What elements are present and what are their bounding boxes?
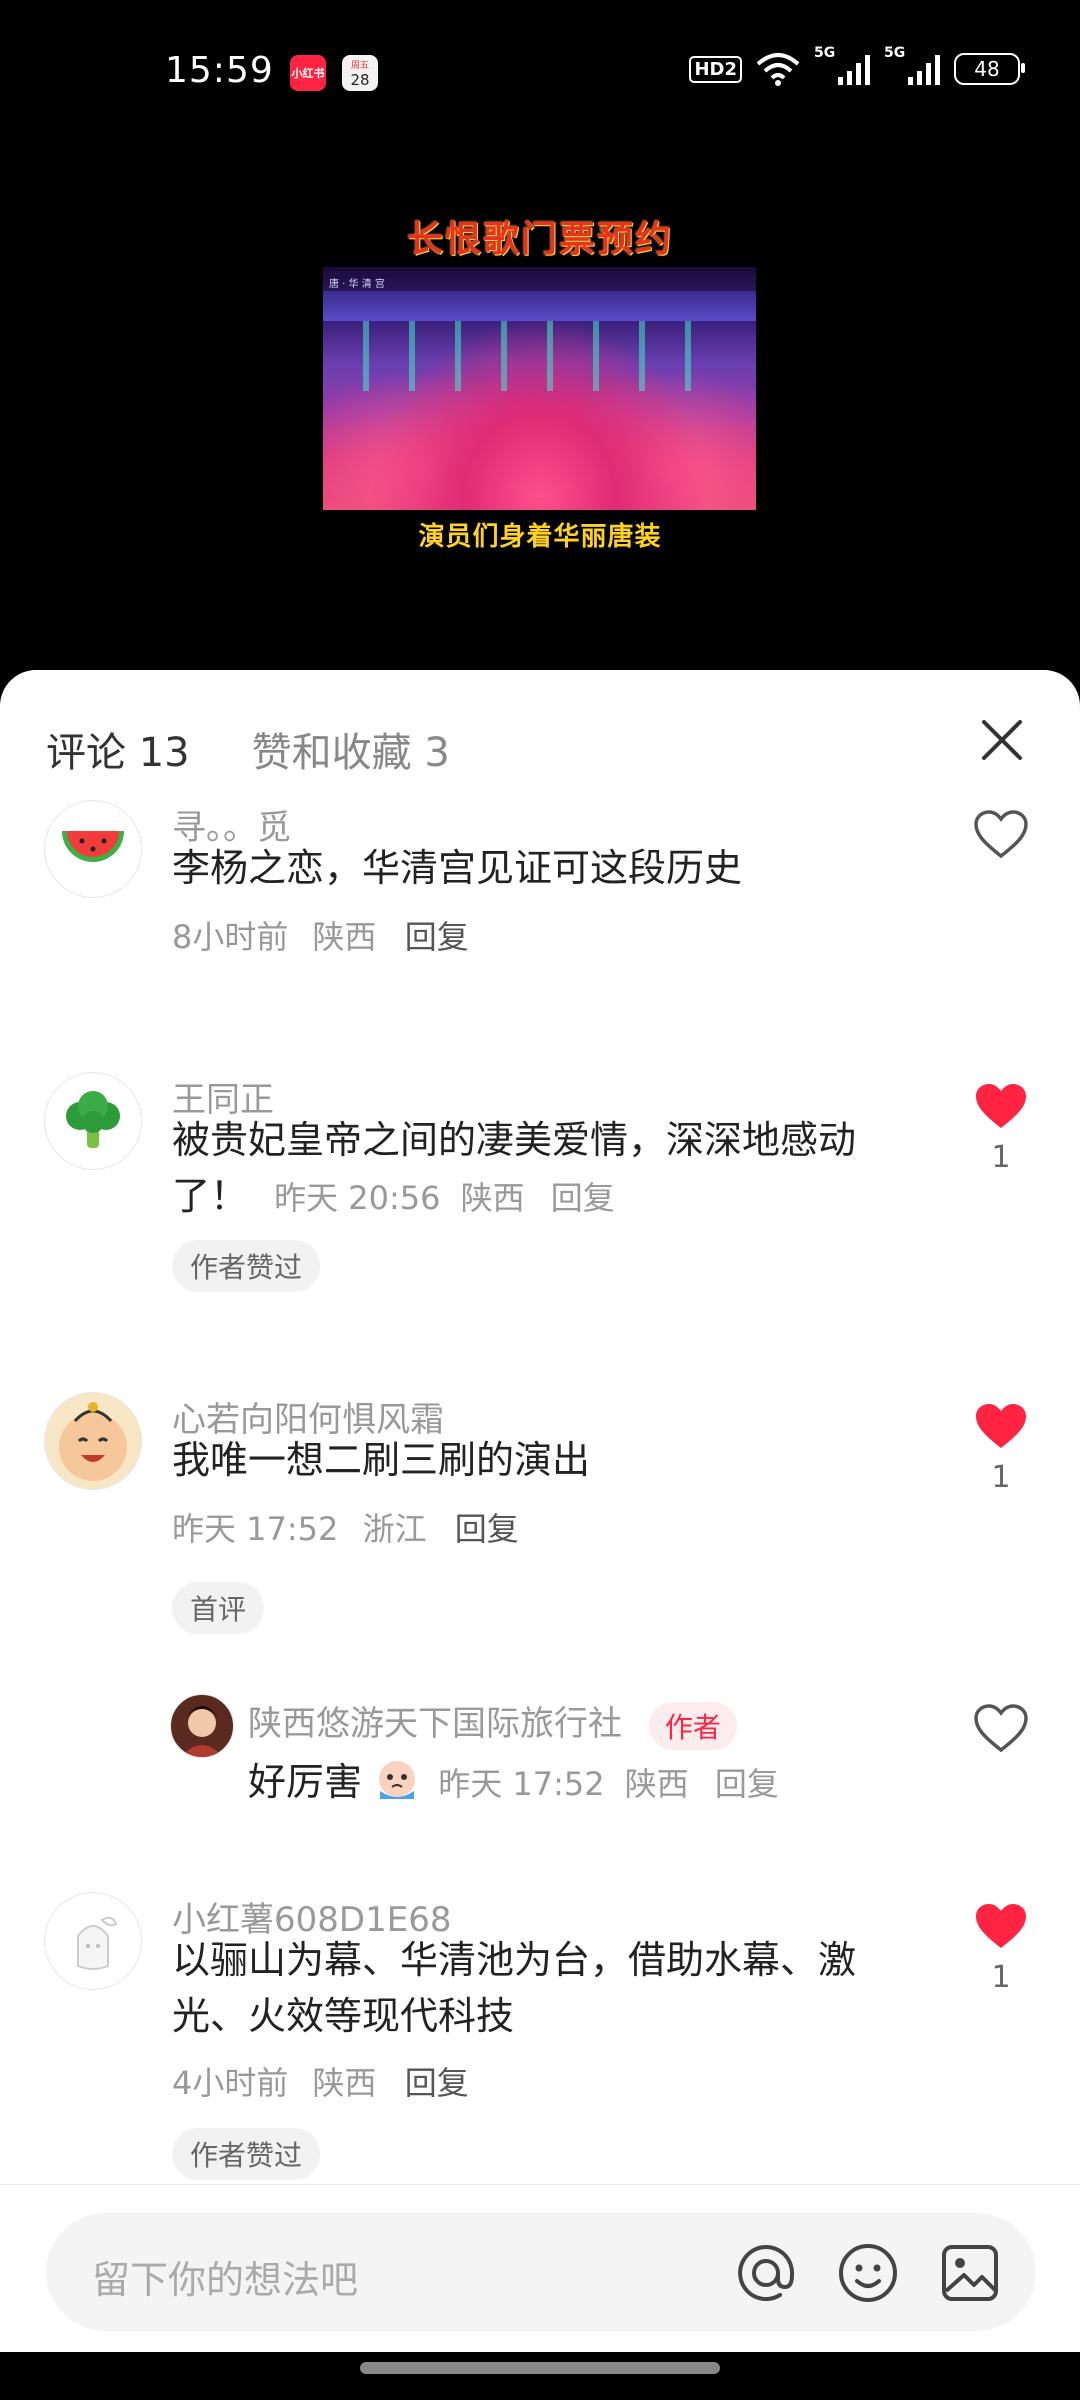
comment-location: 陕西 [460, 1179, 525, 1217]
heart-filled-icon [976, 1084, 1026, 1128]
reply-button[interactable]: 回复 [405, 2064, 469, 2102]
reply-button[interactable]: 回复 [405, 918, 469, 956]
comment-location: 陕西 [312, 918, 377, 956]
xiaohongshu-notification-icon: 小红书 [290, 55, 326, 91]
comment-time: 昨天 17:52 [172, 1510, 339, 1548]
calendar-notification-icon: 周五 28 [342, 55, 378, 91]
comment-sheet: 评论 13 赞和收藏 3 寻。。觅 李杨之恋，华清宫见证可这段历史 8小时前 陕… [0, 670, 1080, 2400]
video-frame: 唐 · 华 清 宫 [323, 267, 756, 510]
wifi-icon [756, 53, 800, 86]
comment-time: 4小时前 [172, 2064, 289, 2102]
comment-location: 陕西 [312, 2064, 377, 2102]
comment-tabs: 评论 13 赞和收藏 3 [46, 720, 450, 778]
like-button[interactable]: 1 [966, 1402, 1036, 1495]
video-title-overlay: 长恨歌门票预约 [406, 219, 673, 260]
image-icon[interactable] [938, 2241, 1002, 2305]
navigation-bar [0, 2352, 1080, 2400]
author-liked-badge: 作者赞过 [172, 1240, 321, 1292]
author-tag: 作者 [648, 1701, 737, 1750]
tab-likes-collects[interactable]: 赞和收藏 3 [252, 720, 450, 778]
reply-button[interactable]: 回复 [551, 1179, 615, 1217]
palace-roof [323, 291, 756, 321]
reply-text-body: 好厉害 [248, 1760, 363, 1804]
avatar[interactable] [44, 1072, 142, 1170]
comment-meta: 8小时前 陕西 回复 [172, 912, 469, 958]
heart-outline-icon [974, 1704, 1028, 1753]
reply-button[interactable]: 回复 [455, 1510, 519, 1548]
comment-location: 浙江 [362, 1510, 427, 1548]
first-comment-badge: 首评 [172, 1582, 265, 1634]
comment-text[interactable]: 以骊山为幕、华清池为台，借助水幕、激光、火效等现代科技 [172, 1932, 912, 2044]
close-button[interactable] [974, 712, 1030, 768]
emoji-icon[interactable] [836, 2241, 900, 2305]
network-type-1: 5G [814, 45, 836, 61]
comment-text[interactable]: 被贵妃皇帝之间的凄美爱情，深深地感动了！ 昨天 20:56 陕西 回复 [172, 1112, 912, 1226]
at-icon[interactable] [734, 2241, 798, 2305]
tab-comments[interactable]: 评论 13 [46, 720, 190, 778]
video-player[interactable]: 长恨歌门票预约 唐 · 华 清 宫 演员们身着华丽唐装 [0, 140, 1080, 670]
signal-icon-2: 5G [884, 45, 940, 85]
comment-text[interactable]: 李杨之恋，华清宫见证可这段历史 [172, 840, 912, 896]
like-count: 1 [991, 1960, 1011, 1995]
battery-icon: 48 [954, 53, 1025, 85]
heart-outline-icon [974, 810, 1028, 859]
avatar[interactable] [44, 1892, 142, 1990]
like-count: 1 [991, 1140, 1011, 1175]
like-count: 1 [991, 1460, 1011, 1495]
palace-columns [363, 321, 716, 391]
reply-text[interactable]: 好厉害 昨天 17:52 陕西 回复 [248, 1754, 848, 1812]
status-time: 15:59 [165, 50, 274, 91]
stage-sign: 唐 · 华 清 宫 [329, 279, 385, 290]
avatar[interactable] [170, 1694, 234, 1758]
broccoli-icon [66, 1091, 120, 1148]
heart-filled-icon [976, 1404, 1026, 1448]
portrait-avatar-icon [181, 1706, 223, 1757]
avatar[interactable] [44, 1392, 142, 1490]
watermelon-icon [62, 831, 124, 862]
reply-location: 陕西 [624, 1765, 689, 1803]
like-button[interactable]: 1 [966, 1902, 1036, 1995]
reply-username-row: 陕西悠游天下国际旅行社 作者 [248, 1696, 737, 1750]
home-indicator[interactable] [360, 2362, 720, 2374]
comment-input-placeholder: 留下你的想法吧 [92, 2258, 359, 2302]
avatar[interactable] [44, 800, 142, 898]
reply-time: 昨天 17:52 [438, 1765, 605, 1803]
status-icons: HD2 5G 5G 48 [689, 45, 1025, 86]
like-button[interactable] [966, 1704, 1036, 1758]
comment-text[interactable]: 我唯一想二刷三刷的演出 [172, 1432, 912, 1488]
video-subtitle: 演员们身着华丽唐装 [418, 522, 662, 552]
heart-filled-icon [976, 1904, 1026, 1948]
reply-username[interactable]: 陕西悠游天下国际旅行社 [248, 1704, 622, 1744]
status-bar: 15:59 小红书 周五 28 HD2 5G 5G 48 [0, 0, 1080, 140]
calendar-day: 28 [350, 71, 370, 89]
like-button[interactable] [966, 810, 1036, 864]
hd-icon: HD2 [689, 55, 742, 83]
default-sweet-potato-avatar-icon [77, 1916, 118, 1970]
crying-emoji-icon [379, 1761, 416, 1799]
comment-time: 8小时前 [172, 918, 289, 956]
cartoon-face-avatar-icon [59, 1402, 127, 1481]
like-button[interactable]: 1 [966, 1082, 1036, 1175]
network-type-2: 5G [884, 45, 906, 61]
comment-time: 昨天 20:56 [274, 1179, 441, 1217]
reply-button[interactable]: 回复 [715, 1765, 779, 1803]
signal-icon-1: 5G [814, 45, 870, 85]
comment-meta: 昨天 17:52 浙江 回复 [172, 1504, 519, 1550]
author-liked-badge: 作者赞过 [172, 2128, 321, 2180]
close-icon [982, 720, 1022, 760]
comment-meta: 4小时前 陕西 回复 [172, 2058, 469, 2104]
comment-input[interactable]: 留下你的想法吧 [46, 2213, 1036, 2331]
